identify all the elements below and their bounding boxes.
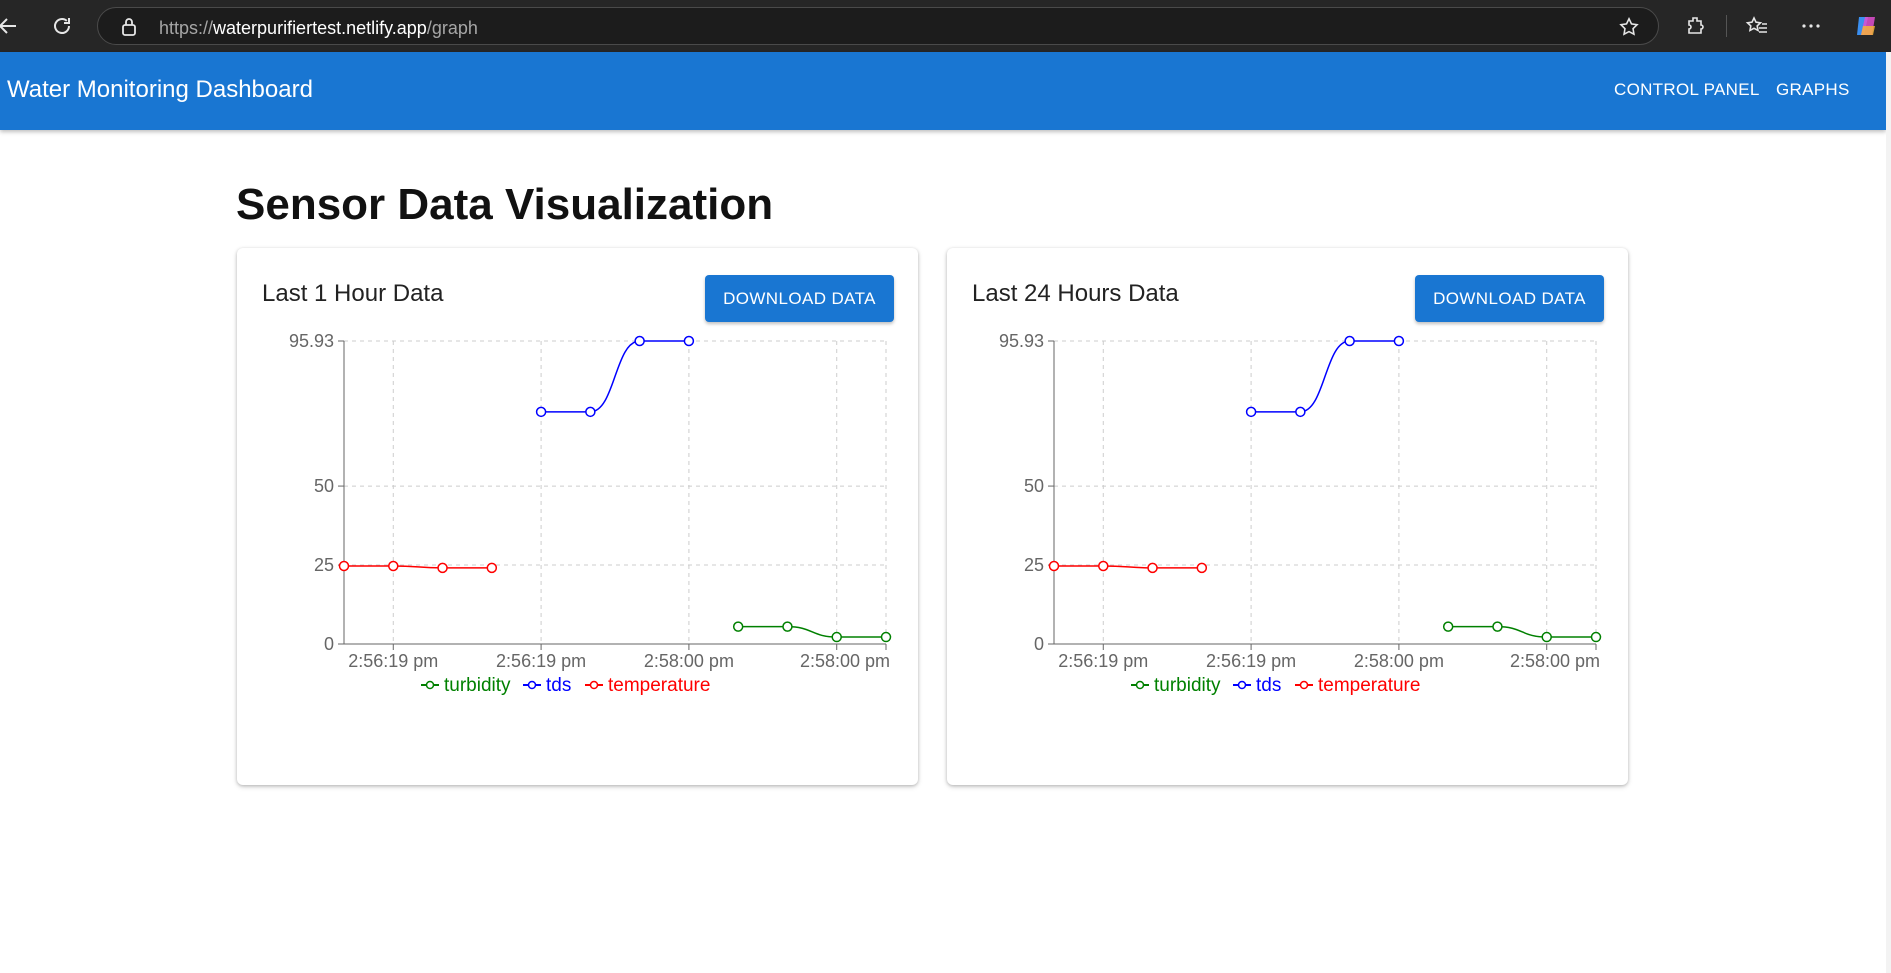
- legend-marker: [425, 680, 435, 690]
- app-title: Water Monitoring Dashboard: [7, 76, 313, 103]
- url-scheme: https://: [159, 18, 214, 38]
- y-tick-label: 50: [314, 476, 334, 496]
- x-tick-label: 2:56:19 pm: [1206, 651, 1296, 671]
- x-tick-label: 2:58:00 pm: [644, 651, 734, 671]
- y-tick-label: 95.93: [999, 331, 1044, 351]
- series-line-tds: [541, 340, 689, 413]
- data-point-turbidity[interactable]: [732, 621, 744, 632]
- data-point-temperature[interactable]: [388, 560, 399, 572]
- legend-label: turbidity: [444, 675, 511, 696]
- data-point-turbidity[interactable]: [1492, 621, 1503, 632]
- series-line-tds: [1251, 340, 1399, 413]
- legend-item-temperature[interactable]: temperature: [1295, 675, 1420, 696]
- browser-toolbar: https://waterpurifiertest.netlify.app/gr…: [0, 0, 1891, 52]
- chart-card-24-hours: Last 24 Hours Data DOWNLOAD DATA 0 25 50 95…: [947, 248, 1628, 785]
- data-point-temperature[interactable]: [1098, 560, 1109, 572]
- address-bar[interactable]: https://waterpurifiertest.netlify.app/gr…: [97, 7, 1659, 45]
- more-options-icon[interactable]: [1797, 12, 1825, 40]
- legend-label: tds: [1256, 675, 1281, 696]
- copilot-icon[interactable]: [1852, 12, 1880, 40]
- data-point-tds[interactable]: [683, 335, 695, 347]
- page-title: Sensor Data Visualization: [236, 180, 774, 229]
- legend-marker: [527, 680, 537, 690]
- legend-label: temperature: [1318, 675, 1420, 696]
- x-tick-label: 2:56:19 pm: [348, 651, 438, 671]
- data-point-tds[interactable]: [634, 335, 645, 347]
- series-line-temperature: [1054, 565, 1202, 569]
- nav-control-panel[interactable]: CONTROL PANEL: [1614, 80, 1760, 100]
- series-line-turbidity: [738, 625, 886, 638]
- favorite-star-icon[interactable]: [1618, 16, 1640, 43]
- legend-item-tds[interactable]: tds: [523, 675, 571, 696]
- legend-label: tds: [546, 675, 571, 696]
- lock-icon[interactable]: [120, 17, 138, 42]
- scrollbar-track[interactable]: [1886, 52, 1891, 973]
- data-point-tds[interactable]: [1344, 335, 1355, 347]
- data-point-temperature[interactable]: [437, 562, 448, 574]
- legend-marker: [1237, 680, 1247, 690]
- x-tick-label: 2:58:00 pm: [800, 651, 890, 671]
- data-point-tds[interactable]: [1295, 406, 1306, 418]
- app-header: Water Monitoring Dashboard CONTROL PANEL…: [0, 52, 1886, 130]
- x-tick-label: 2:56:19 pm: [496, 651, 586, 671]
- y-tick-label: 0: [324, 634, 334, 654]
- series-line-temperature: [344, 565, 492, 569]
- data-point-temperature[interactable]: [1048, 560, 1060, 572]
- y-tick-label: 25: [1024, 555, 1044, 575]
- url-host: waterpurifiertest.netlify.app: [213, 18, 427, 38]
- sensor-line-chart: 0 25 50 95.93 2:56:19 pm 2:56:19 pm 2:58:00 pm…: [289, 331, 892, 696]
- x-tick-label: 2:58:00 pm: [1510, 651, 1600, 671]
- y-tick-label: 50: [1024, 476, 1044, 496]
- legend-item-tds[interactable]: tds: [1233, 675, 1281, 696]
- back-icon[interactable]: [0, 12, 22, 40]
- series-line-turbidity: [1448, 625, 1596, 638]
- refresh-icon[interactable]: [48, 12, 76, 40]
- data-point-tds[interactable]: [585, 406, 596, 418]
- legend-marker: [589, 680, 599, 690]
- y-tick-label: 95.93: [289, 331, 334, 351]
- legend-item-temperature[interactable]: temperature: [585, 675, 710, 696]
- x-tick-label: 2:58:00 pm: [1354, 651, 1444, 671]
- data-point-tds[interactable]: [1393, 335, 1405, 347]
- chart-card-1-hour: Last 1 Hour Data DOWNLOAD DATA 0 25 50 95.9…: [237, 248, 918, 785]
- data-point-turbidity[interactable]: [880, 631, 892, 643]
- legend-label: turbidity: [1154, 675, 1221, 696]
- data-point-temperature[interactable]: [486, 562, 498, 574]
- y-tick-label: 0: [1034, 634, 1044, 654]
- data-point-turbidity[interactable]: [831, 631, 842, 643]
- y-tick-label: 25: [314, 555, 334, 575]
- sensor-line-chart: 0 25 50 95.93 2:56:19 pm 2:56:19 pm 2:58:00 pm…: [999, 331, 1602, 696]
- data-point-temperature[interactable]: [338, 560, 350, 572]
- x-tick-label: 2:56:19 pm: [1058, 651, 1148, 671]
- data-point-tds[interactable]: [1245, 406, 1257, 418]
- extensions-icon[interactable]: [1682, 12, 1710, 40]
- legend-label: temperature: [608, 675, 710, 696]
- data-point-tds[interactable]: [535, 406, 547, 418]
- nav-graphs[interactable]: GRAPHS: [1776, 80, 1850, 100]
- favorites-icon[interactable]: [1743, 12, 1771, 40]
- toolbar-divider: [1726, 15, 1727, 37]
- data-point-turbidity[interactable]: [782, 621, 793, 632]
- data-point-turbidity[interactable]: [1541, 631, 1552, 643]
- url-text[interactable]: https://waterpurifiertest.netlify.app/gr…: [159, 18, 478, 39]
- legend-item-turbidity[interactable]: turbidity: [421, 675, 511, 696]
- legend-marker: [1135, 680, 1145, 690]
- data-point-turbidity[interactable]: [1590, 631, 1602, 643]
- data-point-temperature[interactable]: [1147, 562, 1158, 574]
- data-point-temperature[interactable]: [1196, 562, 1208, 574]
- data-point-turbidity[interactable]: [1442, 621, 1454, 632]
- legend-marker: [1299, 680, 1309, 690]
- legend-item-turbidity[interactable]: turbidity: [1131, 675, 1221, 696]
- url-path: /graph: [426, 18, 478, 38]
